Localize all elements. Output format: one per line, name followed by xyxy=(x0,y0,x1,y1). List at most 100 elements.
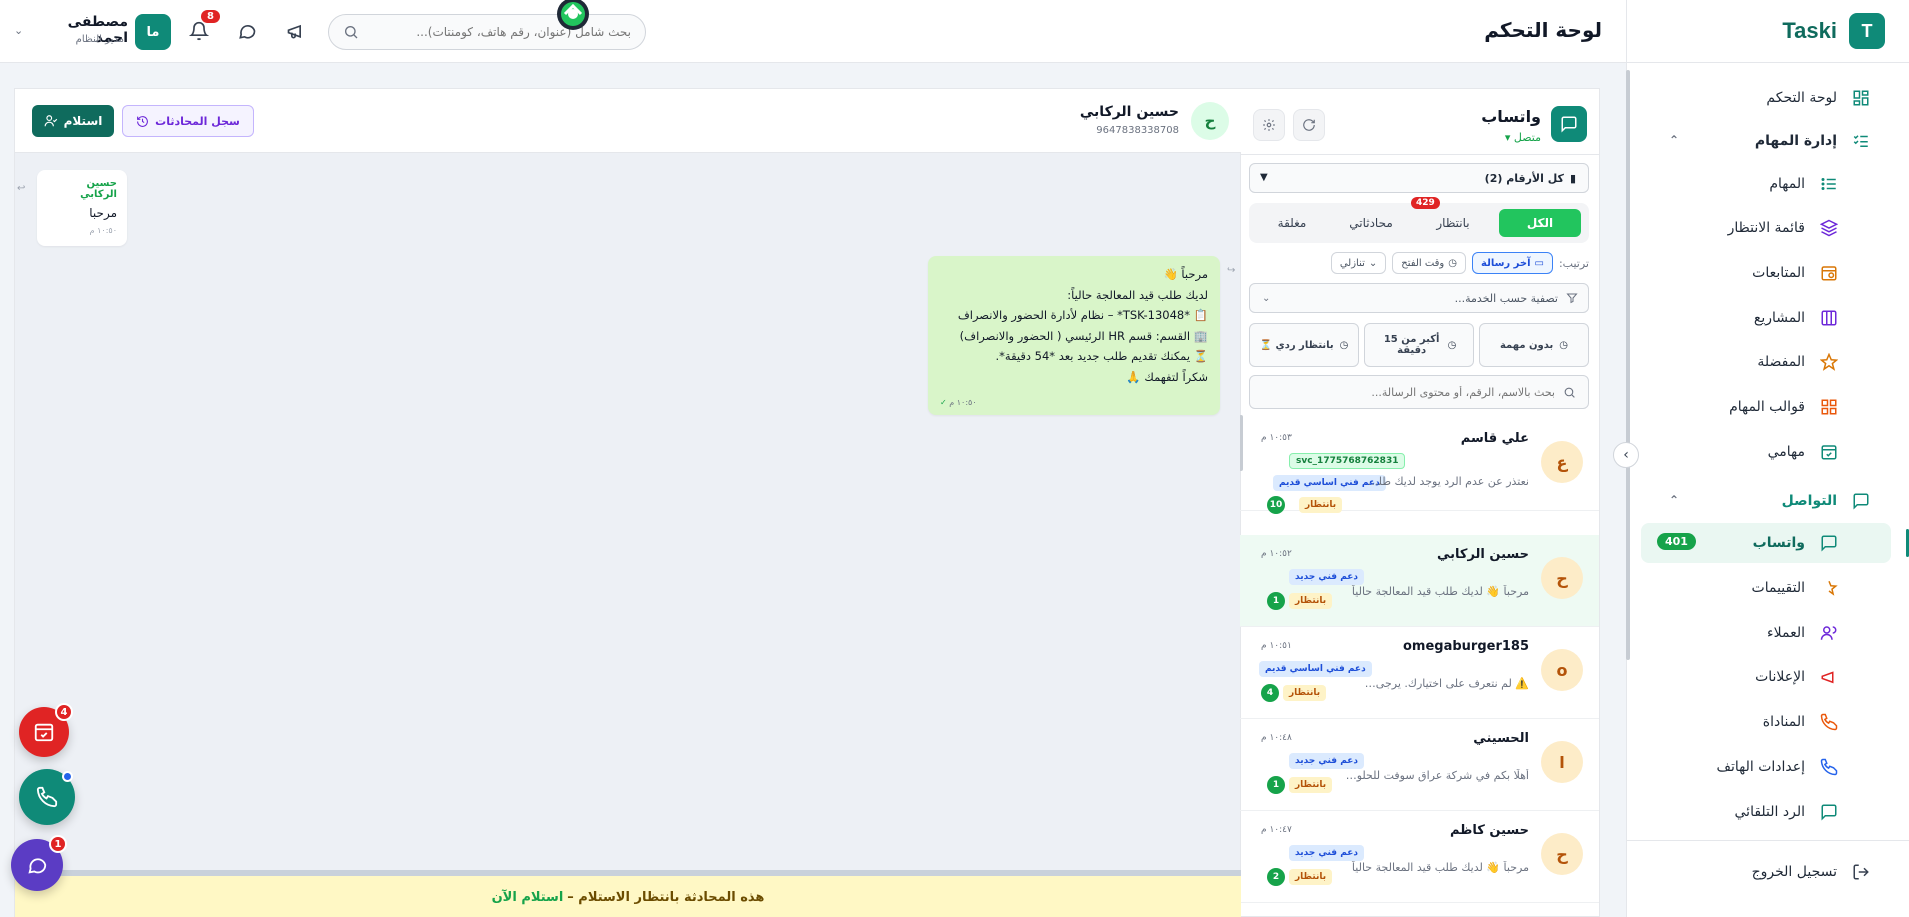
unread-count: 10 xyxy=(1267,496,1285,514)
settings-button[interactable] xyxy=(1253,109,1285,141)
service-filter-value: تصفية حسب الخدمة... xyxy=(1454,291,1558,305)
sent-check-icon: ✓ xyxy=(940,398,947,407)
checklist-icon xyxy=(1819,174,1839,194)
reply-arrow-icon[interactable]: ↪ xyxy=(1227,265,1235,276)
reply-arrow-icon[interactable]: ↩ xyxy=(17,183,25,194)
tab-all[interactable]: الكل xyxy=(1499,209,1581,237)
sidebar-section-communication[interactable]: التواصل ⌃ xyxy=(1641,481,1891,521)
whatsapp-chat-icon xyxy=(1819,533,1839,553)
messages-icon[interactable] xyxy=(236,20,258,42)
task-list-icon xyxy=(1851,131,1871,151)
service-tag: دعم فني اساسي قديم xyxy=(1259,661,1372,677)
megaphone-icon[interactable] xyxy=(285,20,307,42)
chevron-down-icon[interactable]: ⌄ xyxy=(14,24,23,37)
list-item[interactable]: ح حسين كاظم ١٠:٤٧ م دعم فني جديد مرحباً … xyxy=(1239,811,1599,903)
tab-my-chats[interactable]: محادثاتي xyxy=(1333,209,1409,237)
filter-no-task[interactable]: ◷ بدون مهمة xyxy=(1479,323,1589,367)
sidebar-scrollbar[interactable] xyxy=(1626,70,1630,660)
sidebar-collapse-button[interactable]: › xyxy=(1613,442,1639,468)
global-search[interactable] xyxy=(328,14,646,50)
gear-icon xyxy=(1263,119,1275,131)
sidebar-item-dashboard[interactable]: لوحة التحكم xyxy=(1641,78,1891,118)
contact-name: حسين كاظم xyxy=(1449,823,1529,838)
sidebar-item-favorites[interactable]: المفضلة xyxy=(1641,342,1891,382)
message-time: ١٠:٥٣ م xyxy=(1261,433,1292,443)
sidebar-item-whatsapp[interactable]: واتساب 401 xyxy=(1641,523,1909,563)
chevron-right-icon: › xyxy=(1623,447,1629,463)
status-tag: بانتظار xyxy=(1289,869,1333,885)
chat-history-button[interactable]: سجل المحادثات xyxy=(122,105,254,137)
message-time: ١٠:٥٠ م xyxy=(89,226,117,235)
numbers-select[interactable]: ▮ كل الأرقام (2) ▼ xyxy=(1249,163,1589,193)
contact-name: omegaburger185 xyxy=(1402,639,1529,654)
receive-now-link[interactable]: استلام الآن xyxy=(492,890,564,905)
user-avatar[interactable]: ما xyxy=(135,14,171,50)
sidebar-item-paging[interactable]: المناداة xyxy=(1641,702,1891,742)
filter-icon xyxy=(1566,292,1578,304)
sidebar-item-templates[interactable]: قوالب المهام xyxy=(1641,387,1891,427)
brand-logo: T xyxy=(1849,13,1885,49)
sort-last-message[interactable]: ▭ آخر رسالة xyxy=(1472,252,1553,274)
numbers-select-value: كل الأرقام (2) xyxy=(1484,171,1564,185)
message-line: لديك طلب قيد المعالجة حالياً: xyxy=(1067,287,1208,302)
list-item[interactable]: o omegaburger185 ١٠:٥١ م دعم فني اساسي ق… xyxy=(1239,627,1599,719)
sidebar-item-announcements[interactable]: الإعلانات xyxy=(1641,657,1891,697)
notifications-bell-icon[interactable]: 8 xyxy=(188,10,220,42)
phone-icon xyxy=(1819,757,1839,777)
sort-open-time[interactable]: ◷ وقت الفتح xyxy=(1392,252,1466,274)
message-time: ١٠:٤٨ م xyxy=(1261,733,1292,743)
sidebar-section-tasks[interactable]: إدارة المهام ⌃ xyxy=(1641,121,1891,161)
receive-button[interactable]: استلام xyxy=(32,105,114,137)
sidebar-item-queue[interactable]: قائمة الانتظار xyxy=(1641,208,1891,248)
tab-waiting[interactable]: بانتظار 429 xyxy=(1411,197,1489,237)
sidebar-item-phone-settings[interactable]: إعدادات الهاتف xyxy=(1641,747,1891,787)
sidebar-item-auto-reply[interactable]: الرد التلقائي xyxy=(1641,792,1891,832)
sidebar-item-label: المفضلة xyxy=(1757,354,1805,370)
refresh-button[interactable] xyxy=(1293,109,1325,141)
sidebar-item-projects[interactable]: المشاريع xyxy=(1641,298,1891,338)
clock-icon: ◷ xyxy=(1339,339,1349,351)
sidebar-item-customers[interactable]: العملاء xyxy=(1641,613,1891,653)
sidebar-item-label: مهامي xyxy=(1767,444,1805,460)
pending-banner: هذه المحادثة بانتظار الاستلام – استلام ا… xyxy=(15,870,1241,917)
app-logo-bubble-icon xyxy=(550,0,596,36)
sidebar-item-label: إدارة المهام xyxy=(1754,133,1837,149)
tasks-badge: 4 xyxy=(55,703,73,721)
chevron-down-icon: ⌄ xyxy=(1368,257,1378,269)
pending-text: هذه المحادثة بانتظار الاستلام – xyxy=(567,889,765,905)
waiting-count-badge: 429 xyxy=(1411,197,1440,209)
chat-fab[interactable]: 1 xyxy=(11,835,67,891)
phone-fab[interactable] xyxy=(19,769,75,825)
megaphone-icon xyxy=(1819,667,1839,687)
sidebar-item-label: التقييمات xyxy=(1751,580,1805,596)
contact-avatar: ح xyxy=(1541,833,1583,875)
list-item[interactable]: ع علي قاسم ١٠:٥٣ م svc_1775768762831 دعم… xyxy=(1239,419,1599,514)
logout-button[interactable]: تسجيل الخروج xyxy=(1641,852,1891,892)
sidebar-item-label: الرد التلقائي xyxy=(1734,804,1806,820)
wifi-icon: ▾ xyxy=(1504,131,1511,144)
clock-icon: ◷ xyxy=(1447,339,1457,351)
filter-over-15-min[interactable]: ◷ أكبر من 15 دقيقة xyxy=(1364,323,1474,367)
sidebar-item-followups[interactable]: المتابعات xyxy=(1641,253,1891,293)
list-item[interactable]: ح حسين الركابي ١٠:٥٢ م دعم فني جديد مرحب… xyxy=(1239,535,1599,627)
clock-icon: ◷ xyxy=(1559,339,1569,351)
tab-closed[interactable]: مغلقة xyxy=(1257,209,1327,237)
contact-avatar: ح xyxy=(1191,102,1229,140)
tasks-fab[interactable]: 4 xyxy=(19,703,73,757)
sidebar-item-ratings[interactable]: التقييمات xyxy=(1641,568,1891,608)
contact-phone: 9647838338708 xyxy=(1096,125,1179,136)
sidebar-item-tasks[interactable]: المهام xyxy=(1641,164,1891,204)
sort-direction[interactable]: ⌄ تنازلي xyxy=(1330,252,1387,274)
chevron-down-icon: ⌄ xyxy=(1262,293,1271,304)
brand-name: Taski xyxy=(1782,18,1837,43)
filter-awaiting-my-reply[interactable]: ◷ بانتظار ردي ⏳ xyxy=(1249,323,1359,367)
conversation-search[interactable] xyxy=(1249,375,1589,409)
search-icon xyxy=(343,24,359,40)
service-filter-select[interactable]: تصفية حسب الخدمة... ⌄ xyxy=(1249,283,1589,313)
sidebar-item-my-tasks[interactable]: مهامي xyxy=(1641,432,1891,472)
chevron-down-icon: ▼ xyxy=(1260,172,1268,183)
conversation-search-input[interactable] xyxy=(1262,385,1555,399)
whatsapp-count-badge: 401 xyxy=(1657,533,1696,550)
list-item[interactable]: ا الحسيني ١٠:٤٨ م دعم فني جديد أهلًا بكم… xyxy=(1239,719,1599,811)
contact-avatar: ع xyxy=(1541,441,1583,483)
